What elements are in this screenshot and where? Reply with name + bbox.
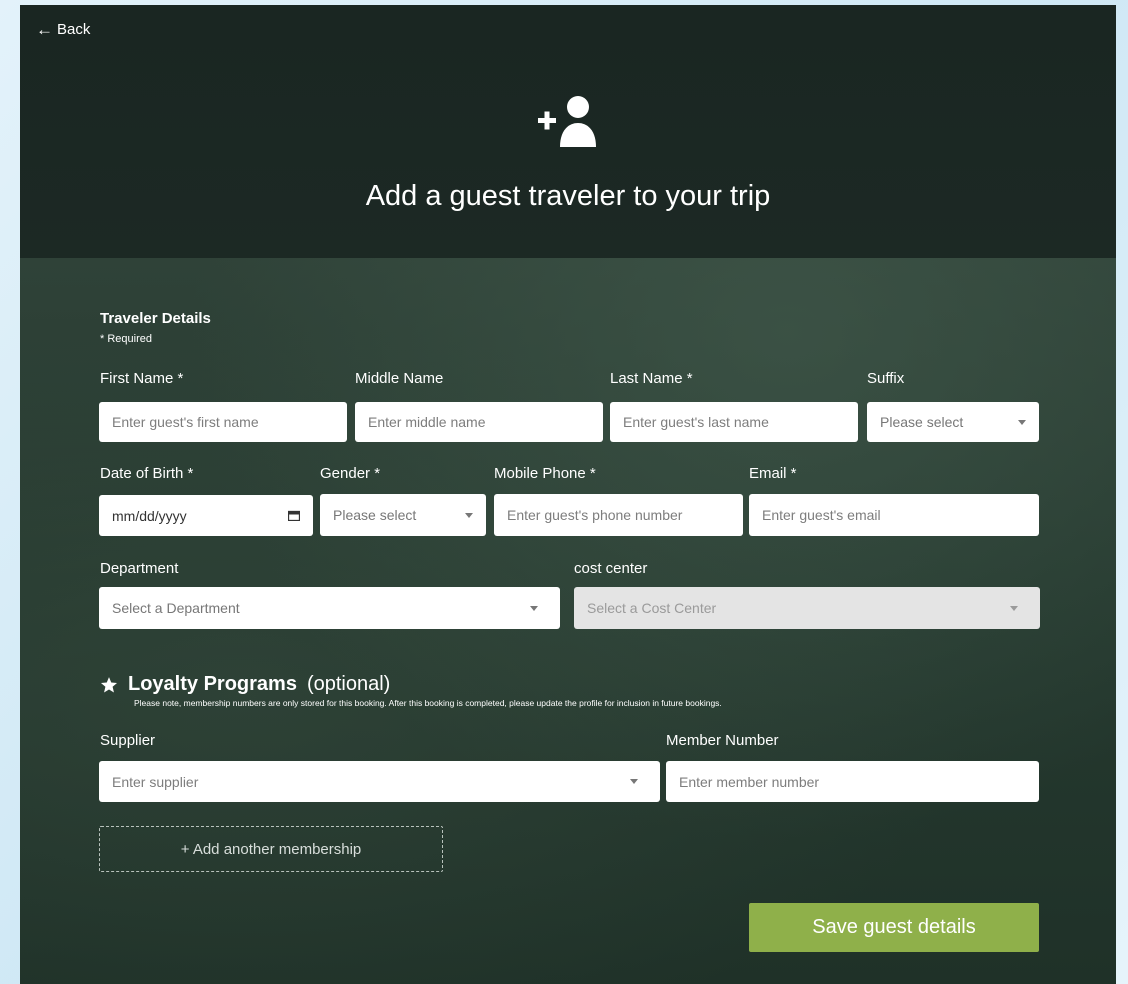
chevron-down-icon	[530, 605, 538, 611]
gender-select[interactable]: Please select	[320, 494, 486, 536]
save-guest-details-button[interactable]: Save guest details	[749, 903, 1039, 952]
chevron-down-icon	[1018, 419, 1026, 425]
suffix-select[interactable]: Please select	[867, 402, 1039, 442]
mobile-phone-label: Mobile Phone *	[494, 465, 596, 482]
email-field[interactable]	[749, 494, 1039, 536]
star-icon	[100, 676, 118, 692]
add-user-icon	[538, 96, 596, 147]
dob-label: Date of Birth *	[100, 465, 194, 482]
cost-center-select: Select a Cost Center	[574, 587, 1040, 629]
middle-name-field[interactable]	[355, 402, 603, 442]
chevron-down-icon	[1010, 605, 1018, 611]
dob-value: mm/dd/yyyy	[112, 507, 187, 524]
supplier-select[interactable]	[99, 761, 660, 802]
arrow-left-icon: ←	[36, 20, 53, 39]
loyalty-programs-title: Loyalty Programs	[128, 673, 297, 695]
back-label: Back	[57, 21, 91, 38]
first-name-label: First Name *	[100, 370, 184, 387]
dob-field[interactable]: mm/dd/yyyy	[99, 495, 313, 536]
supplier-input[interactable]	[112, 773, 622, 790]
gender-select-value: Please select	[333, 507, 417, 523]
calendar-icon[interactable]	[288, 510, 300, 521]
member-number-input[interactable]	[679, 773, 1026, 790]
suffix-select-value: Please select	[880, 414, 964, 430]
department-select[interactable]: Select a Department	[99, 587, 560, 629]
middle-name-label: Middle Name	[355, 370, 444, 387]
cost-center-label: cost center	[574, 560, 648, 577]
mobile-phone-input[interactable]	[507, 507, 730, 523]
loyalty-note: Please note, membership numbers are only…	[134, 698, 722, 708]
email-input[interactable]	[762, 507, 1026, 523]
member-number-label: Member Number	[666, 732, 779, 749]
middle-name-input[interactable]	[368, 414, 590, 430]
loyalty-programs-heading: Loyalty Programs (optional)	[100, 673, 390, 696]
back-link[interactable]: ← Back	[36, 21, 90, 38]
last-name-label: Last Name *	[610, 370, 693, 387]
add-membership-button[interactable]: + Add another membership	[99, 826, 443, 872]
required-note: * Required	[100, 333, 152, 345]
chevron-down-icon	[630, 779, 638, 784]
email-label: Email *	[749, 465, 797, 482]
section-title-traveler-details: Traveler Details	[100, 310, 211, 327]
department-select-value: Select a Department	[112, 600, 240, 616]
chevron-down-icon	[465, 512, 473, 518]
loyalty-optional-label: (optional)	[306, 673, 391, 695]
first-name-field[interactable]	[99, 402, 347, 442]
last-name-input[interactable]	[623, 414, 845, 430]
gender-label: Gender *	[320, 465, 381, 482]
page-title: Add a guest traveler to your trip	[365, 180, 771, 212]
mobile-phone-field[interactable]	[494, 494, 743, 536]
last-name-field[interactable]	[610, 402, 858, 442]
suffix-label: Suffix	[867, 370, 905, 387]
department-label: Department	[100, 560, 179, 577]
member-number-field[interactable]	[666, 761, 1039, 802]
supplier-label: Supplier	[100, 732, 156, 749]
first-name-input[interactable]	[112, 414, 334, 430]
guest-form-panel: ← Back Add a guest traveler to your trip…	[20, 5, 1116, 984]
cost-center-select-value: Select a Cost Center	[587, 600, 717, 616]
